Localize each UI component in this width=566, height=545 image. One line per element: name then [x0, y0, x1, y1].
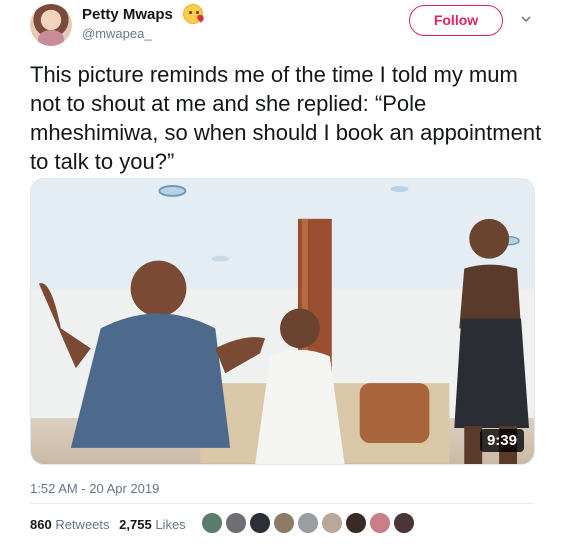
liker-avatar[interactable]	[200, 511, 224, 535]
likes-label: Likes	[155, 517, 186, 532]
liker-avatar[interactable]	[392, 511, 416, 535]
retweets-stat[interactable]: 860 Retweets	[30, 517, 110, 532]
face-blowing-kiss-emoji-icon	[183, 4, 203, 24]
likes-stat[interactable]: 2,755 Likes	[119, 517, 186, 532]
retweets-count: 860	[30, 517, 52, 532]
liker-avatar[interactable]	[272, 511, 296, 535]
liker-avatar[interactable]	[368, 511, 392, 535]
author-display-name[interactable]: Petty Mwaps	[82, 6, 173, 23]
liker-avatar[interactable]	[248, 511, 272, 535]
liker-avatar[interactable]	[296, 511, 320, 535]
retweets-label: Retweets	[55, 517, 110, 532]
video-duration-badge: 9:39	[479, 429, 524, 452]
author-handle[interactable]: @mwapea_	[82, 26, 152, 41]
liker-avatar[interactable]	[344, 511, 368, 535]
tweet-card: Petty Mwaps @mwapea_ Follow This picture…	[0, 0, 566, 545]
tweet-video[interactable]: 9:39	[30, 178, 535, 465]
liker-avatar[interactable]	[320, 511, 344, 535]
likes-count: 2,755	[119, 517, 152, 532]
tweet-text: This picture reminds me of the time I to…	[30, 62, 542, 174]
tweet-timestamp[interactable]: 1:52 AM - 20 Apr 2019	[30, 481, 159, 496]
ceiling-light-icon	[158, 184, 187, 197]
follow-button[interactable]: Follow	[409, 5, 503, 36]
divider	[30, 503, 535, 504]
tweet-stats: 860 Retweets 2,755 Likes	[30, 517, 186, 532]
chevron-down-icon[interactable]	[521, 14, 531, 24]
liker-avatar[interactable]	[224, 511, 248, 535]
author-avatar[interactable]	[30, 4, 72, 46]
video-thumbnail	[31, 179, 534, 464]
